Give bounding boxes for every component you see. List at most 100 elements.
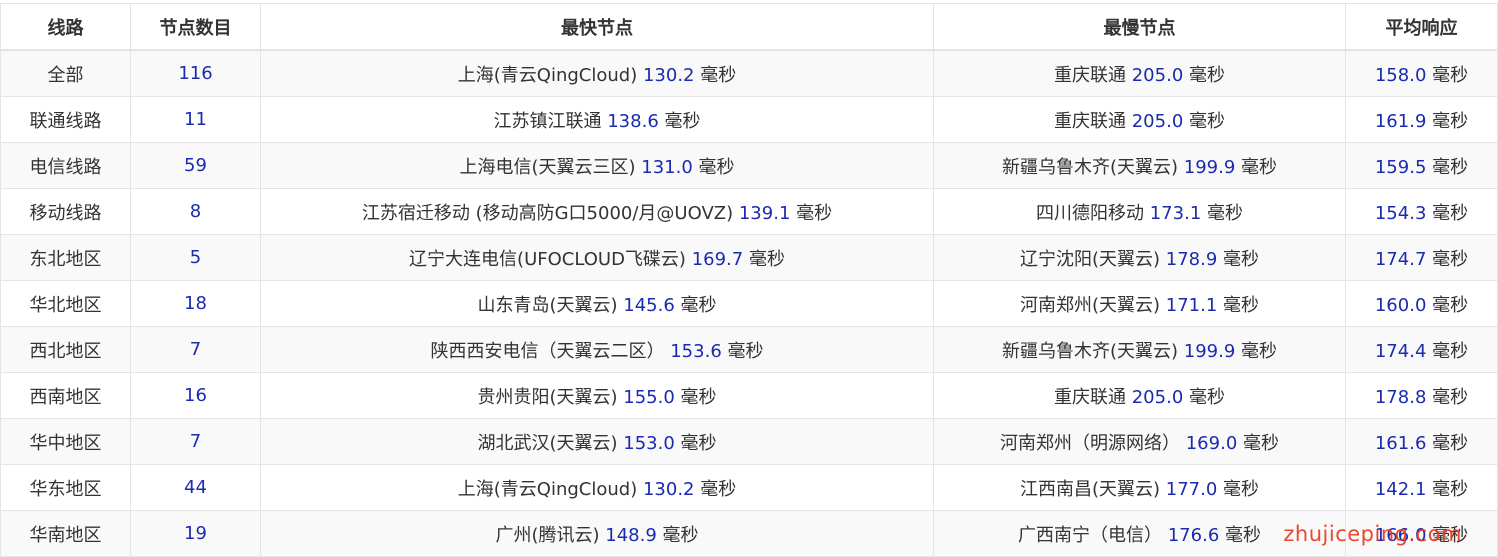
table-row: 华中地区 7 湖北武汉(天翼云) 153.0 毫秒 河南郑州（明源网络） 169.0 … [0, 418, 1498, 465]
slowest-node-ms: 205.0 [1131, 110, 1184, 132]
unit-label: 毫秒 [1432, 202, 1469, 224]
line-name: 华北地区 [29, 294, 102, 316]
average-ms: 158.0 [1374, 64, 1427, 86]
table-row: 全部 116 上海(青云QingCloud) 130.2 毫秒 重庆联通 205.0 … [0, 49, 1498, 97]
slowest-node-ms: 199.9 [1183, 340, 1236, 362]
slowest-node-name: 重庆联通 [1054, 386, 1126, 408]
header-average: 平均响应 [1345, 3, 1498, 51]
line-cell: 华北地区 [0, 280, 131, 327]
slowest-node-ms: 205.0 [1131, 386, 1184, 408]
line-name: 东北地区 [29, 248, 102, 270]
unit-label: 毫秒 [748, 248, 785, 270]
average-cell: 154.3 毫秒 [1345, 188, 1498, 235]
average-ms: 160.0 [1374, 294, 1427, 316]
count-cell: 19 [130, 510, 261, 557]
slowest-node-cell: 江西南昌(天翼云) 177.0 毫秒 [933, 464, 1346, 511]
fastest-node-ms: 155.0 [623, 386, 675, 408]
fastest-node-name: 江苏镇江联通 [493, 110, 602, 132]
fastest-node-name: 广州(腾讯云) [495, 524, 600, 546]
unit-label: 毫秒 [1225, 524, 1261, 546]
node-count: 8 [189, 201, 202, 222]
slowest-node-ms: 173.1 [1149, 202, 1202, 224]
fastest-node-name: 上海电信(天翼云三区) [459, 156, 636, 178]
count-cell: 59 [130, 142, 261, 189]
fastest-node-ms: 138.6 [607, 110, 659, 132]
count-cell: 16 [130, 372, 261, 419]
unit-label: 毫秒 [664, 110, 701, 132]
unit-label: 毫秒 [1432, 524, 1469, 546]
slowest-node-name: 新疆乌鲁木齐(天翼云) [1001, 340, 1179, 362]
unit-label: 毫秒 [727, 340, 764, 362]
slowest-node-ms: 176.6 [1167, 524, 1220, 546]
fastest-node-name: 山东青岛(天翼云) [477, 294, 618, 316]
slowest-node-name: 河南郑州（明源网络） [1000, 432, 1180, 454]
line-name: 全部 [47, 64, 84, 86]
average-cell: 166.0 毫秒 [1345, 510, 1498, 557]
fastest-node-cell: 山东青岛(天翼云) 145.6 毫秒 [260, 280, 934, 327]
table-row: 移动线路 8 江苏宿迁移动 (移动高防G口5000/月@UOVZ) 139.1 毫秒… [0, 188, 1498, 235]
slowest-node-name: 重庆联通 [1054, 64, 1126, 86]
average-cell: 158.0 毫秒 [1345, 49, 1498, 97]
table-row: 电信线路 59 上海电信(天翼云三区) 131.0 毫秒 新疆乌鲁木齐(天翼云) 19… [0, 142, 1498, 189]
fastest-node-ms: 131.0 [641, 156, 693, 178]
fastest-node-name: 贵州贵阳(天翼云) [477, 386, 618, 408]
fastest-node-name: 江苏宿迁移动 (移动高防G口5000/月@UOVZ) [361, 202, 734, 224]
average-cell: 178.8 毫秒 [1345, 372, 1498, 419]
unit-label: 毫秒 [1207, 202, 1243, 224]
node-count: 5 [189, 247, 202, 268]
fastest-node-cell: 上海电信(天翼云三区) 131.0 毫秒 [260, 142, 934, 189]
unit-label: 毫秒 [796, 202, 833, 224]
average-ms: 154.3 [1374, 202, 1427, 224]
average-cell: 159.5 毫秒 [1345, 142, 1498, 189]
unit-label: 毫秒 [1432, 432, 1469, 454]
line-cell: 联通线路 [0, 96, 131, 143]
fastest-node-cell: 上海(青云QingCloud) 130.2 毫秒 [260, 49, 934, 97]
line-name: 联通线路 [29, 110, 102, 132]
slowest-node-name: 广西南宁（电信） [1018, 524, 1162, 546]
header-line: 线路 [0, 3, 131, 51]
average-ms: 174.7 [1374, 248, 1427, 270]
slowest-node-cell: 河南郑州（明源网络） 169.0 毫秒 [933, 418, 1346, 465]
line-name: 移动线路 [29, 202, 102, 224]
fastest-node-ms: 130.2 [642, 478, 695, 500]
unit-label: 毫秒 [1432, 478, 1469, 500]
node-count: 11 [184, 109, 207, 130]
slowest-node-cell: 新疆乌鲁木齐(天翼云) 199.9 毫秒 [933, 142, 1346, 189]
count-cell: 18 [130, 280, 261, 327]
average-cell: 174.4 毫秒 [1345, 326, 1498, 373]
unit-label: 毫秒 [700, 64, 737, 86]
unit-label: 毫秒 [1189, 386, 1225, 408]
header-row: 线路 节点数目 最快节点 最慢节点 平均响应 [0, 3, 1498, 51]
average-ms: 174.4 [1374, 340, 1427, 362]
average-ms: 142.1 [1374, 478, 1427, 500]
slowest-node-ms: 199.9 [1183, 156, 1236, 178]
unit-label: 毫秒 [1243, 432, 1279, 454]
line-cell: 电信线路 [0, 142, 131, 189]
table-row: 华南地区 19 广州(腾讯云) 148.9 毫秒 广西南宁（电信） 176.6 毫秒 1… [0, 510, 1498, 557]
slowest-node-cell: 河南郑州(天翼云) 171.1 毫秒 [933, 280, 1346, 327]
ping-summary-table: 线路 节点数目 最快节点 最慢节点 平均响应 全部 116 上海(青云QingClo… [0, 3, 1498, 557]
table-body: 全部 116 上海(青云QingCloud) 130.2 毫秒 重庆联通 205.0 … [0, 49, 1498, 557]
count-cell: 8 [130, 188, 261, 235]
fastest-node-name: 上海(青云QingCloud) [457, 478, 638, 500]
count-cell: 7 [130, 326, 261, 373]
table-row: 联通线路 11 江苏镇江联通 138.6 毫秒 重庆联通 205.0 毫秒 161.9 … [0, 96, 1498, 143]
line-cell: 华中地区 [0, 418, 131, 465]
average-cell: 161.9 毫秒 [1345, 96, 1498, 143]
line-name: 华中地区 [29, 432, 102, 454]
node-count: 16 [184, 385, 207, 406]
unit-label: 毫秒 [1223, 248, 1260, 270]
count-cell: 5 [130, 234, 261, 281]
line-cell: 华南地区 [0, 510, 131, 557]
fastest-node-cell: 贵州贵阳(天翼云) 155.0 毫秒 [260, 372, 934, 419]
slowest-node-ms: 177.0 [1165, 478, 1218, 500]
average-ms: 166.0 [1374, 524, 1427, 546]
node-count: 59 [184, 155, 207, 176]
node-count: 7 [189, 339, 202, 360]
fastest-node-name: 湖北武汉(天翼云) [477, 432, 618, 454]
header-count: 节点数目 [130, 3, 261, 51]
line-name: 华东地区 [29, 478, 102, 500]
node-count: 19 [184, 523, 207, 544]
fastest-node-ms: 130.2 [642, 64, 695, 86]
unit-label: 毫秒 [698, 156, 735, 178]
